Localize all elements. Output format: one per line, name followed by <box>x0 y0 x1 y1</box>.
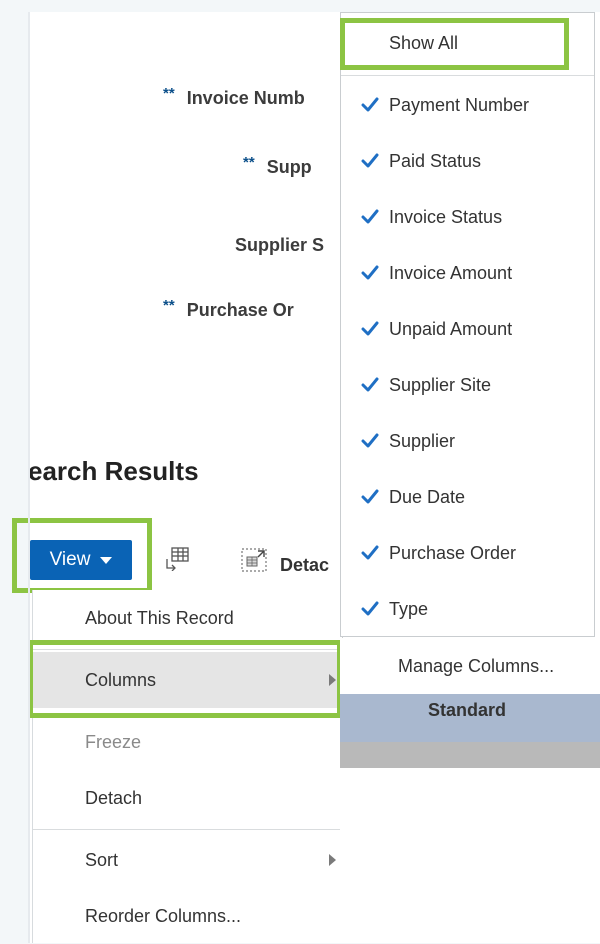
column-item-invoice-status[interactable]: Invoice Status <box>341 189 594 245</box>
submenu-arrow-icon <box>329 674 336 686</box>
show-all-item[interactable]: Show All <box>341 15 594 71</box>
required-marker: ** <box>163 85 175 102</box>
supplier-site-label: Supplier S <box>235 235 325 255</box>
menu-item-columns[interactable]: Columns <box>33 652 344 708</box>
checkmark-icon <box>361 321 379 336</box>
supplier-label: ** Supp <box>243 154 312 177</box>
checkmark-icon <box>361 601 379 616</box>
table-empty-area <box>340 768 600 943</box>
view-dropdown-menu: About This Record Columns Freeze Detach … <box>32 590 344 944</box>
invoice-number-label: ** Invoice Numb <box>163 85 305 108</box>
view-menu-button[interactable]: View <box>30 540 132 580</box>
search-results-title: earch Results <box>28 456 199 486</box>
checkmark-icon <box>361 153 379 168</box>
detach-icon[interactable] <box>240 547 268 573</box>
checkmark-icon <box>361 433 379 448</box>
checkmark-icon <box>361 377 379 392</box>
menu-item-about-this-record[interactable]: About This Record <box>33 590 344 646</box>
column-item-unpaid-amount[interactable]: Unpaid Amount <box>341 301 594 357</box>
detach-toolbar-button[interactable]: Detac <box>280 555 329 576</box>
purchase-order-label: ** Purchase Or <box>163 297 294 320</box>
column-item-supplier[interactable]: Supplier <box>341 413 594 469</box>
column-item-paid-status[interactable]: Paid Status <box>341 133 594 189</box>
checkmark-icon <box>361 97 379 112</box>
standard-row[interactable]: Standard <box>340 694 600 742</box>
caret-down-icon <box>100 556 113 564</box>
checkmark-icon <box>361 489 379 504</box>
menu-item-freeze: Freeze <box>85 731 142 752</box>
required-marker: ** <box>163 297 175 314</box>
menu-separator <box>33 829 344 830</box>
checkmark-icon <box>361 265 379 280</box>
submenu-arrow-icon <box>329 854 336 866</box>
menu-separator <box>33 649 344 650</box>
column-item-type[interactable]: Type <box>341 581 594 637</box>
checkmark-icon <box>361 209 379 224</box>
column-item-invoice-amount[interactable]: Invoice Amount <box>341 245 594 301</box>
column-item-payment-number[interactable]: Payment Number <box>341 77 594 133</box>
column-item-purchase-order[interactable]: Purchase Order <box>341 525 594 581</box>
table-row-grey <box>340 742 600 768</box>
format-table-icon[interactable] <box>164 545 190 571</box>
manage-columns-item[interactable]: Manage Columns... <box>340 638 595 694</box>
window-edge <box>28 12 30 943</box>
menu-separator <box>341 75 594 76</box>
columns-submenu: Show All Payment Number Paid Status Invo… <box>340 12 595 637</box>
menu-item-sort[interactable]: Sort <box>33 832 344 888</box>
menu-item-reorder-columns[interactable]: Reorder Columns... <box>33 888 344 944</box>
column-item-due-date[interactable]: Due Date <box>341 469 594 525</box>
column-item-supplier-site[interactable]: Supplier Site <box>341 357 594 413</box>
checkmark-icon <box>361 545 379 560</box>
menu-item-detach[interactable]: Detach <box>33 770 344 826</box>
view-button-label: View <box>49 549 91 570</box>
required-marker: ** <box>243 154 255 171</box>
